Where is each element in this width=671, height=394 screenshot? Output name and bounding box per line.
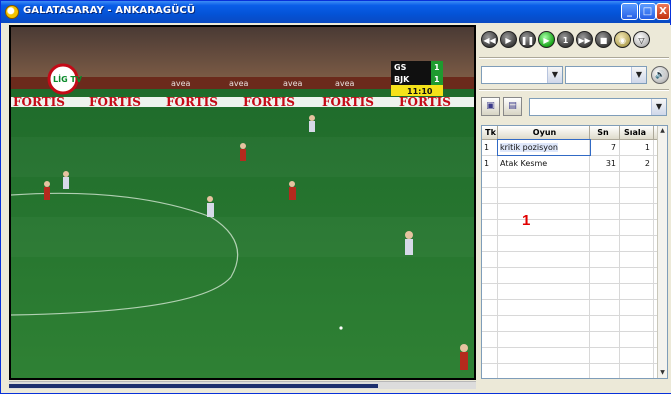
svg-text:1: 1	[434, 75, 440, 84]
table-header: Tk Oyun Sn Sıala	[482, 126, 667, 140]
vertical-scrollbar[interactable]: ▲ ▼	[657, 126, 667, 378]
speaker-icon: 🔊	[655, 70, 665, 79]
cell-sn: 7	[590, 140, 620, 155]
event-select[interactable]: ▼	[529, 98, 667, 116]
table-row[interactable]: 1 Atak Kesme 31 2	[482, 156, 667, 172]
ad-board-text: avea	[335, 79, 355, 88]
table-row-empty	[482, 284, 667, 300]
window-title: GALATASARAY - ANKARAGÜCÜ	[23, 5, 196, 16]
svg-text:LİG TV: LİG TV	[53, 74, 83, 84]
table-row-empty	[482, 300, 667, 316]
divider	[479, 89, 669, 91]
chevron-down-icon: ▼	[547, 67, 562, 83]
delete-button[interactable]: ▤	[503, 97, 522, 116]
column-header-sira[interactable]: Sıala	[620, 126, 654, 139]
table-row[interactable]: 1 kritik pozisyon 7 1	[482, 139, 667, 156]
floppy-disk-icon: ▣	[486, 101, 495, 111]
trash-icon: ▤	[508, 101, 517, 111]
table-row-empty	[482, 172, 667, 188]
svg-text:GS: GS	[394, 63, 407, 72]
team-select[interactable]: ▼	[481, 66, 563, 84]
play-button[interactable]: ▶	[538, 31, 555, 48]
video-progress-fill	[9, 384, 378, 388]
ad-board-text: FORTIS	[399, 95, 451, 109]
table-row-empty	[482, 236, 667, 252]
column-header-sn[interactable]: Sn	[590, 126, 620, 139]
ad-board-text: FORTIS	[89, 95, 141, 109]
step-button[interactable]: 1	[557, 31, 574, 48]
table-row-empty	[482, 268, 667, 284]
annotation-marker: 1	[522, 212, 531, 229]
rewind-button[interactable]: ◀◀	[481, 31, 498, 48]
svg-text:BJK: BJK	[394, 75, 410, 84]
cell-tk: 1	[482, 156, 498, 171]
playback-controls: ◀◀ ▶ ❚❚ ▶ 1 ▶▶ ■ ◉ ▽	[481, 31, 650, 53]
cell-sn: 31	[590, 156, 620, 171]
app-icon	[5, 5, 19, 19]
table-row-empty	[482, 332, 667, 348]
fast-forward-button[interactable]: ▶▶	[576, 31, 593, 48]
volume-button[interactable]: 🔊	[651, 66, 669, 84]
scoreboard: GS 1 BJK 1 11:10	[391, 61, 443, 96]
table-row-empty	[482, 252, 667, 268]
divider	[479, 57, 669, 59]
column-header-oyun[interactable]: Oyun	[498, 126, 590, 139]
title-bar[interactable]: GALATASARAY - ANKARAGÜCÜ _ □ X	[1, 1, 670, 23]
cell-oyun-editing[interactable]: kritik pozisyon	[497, 139, 591, 156]
column-header-tk[interactable]: Tk	[482, 126, 498, 139]
ad-board-text: avea	[283, 79, 303, 88]
chevron-down-icon: ▼	[651, 99, 666, 115]
svg-text:11:10: 11:10	[407, 87, 433, 96]
table-row-empty	[482, 204, 667, 220]
record-button[interactable]: ◉	[614, 31, 631, 48]
event-table: Tk Oyun Sn Sıala 1 kritik pozisyon 7 1 1…	[481, 125, 668, 379]
cell-sira: 1	[620, 140, 654, 155]
video-progress-bar[interactable]	[9, 381, 476, 389]
table-row-empty	[482, 364, 667, 378]
cell-tk: 1	[482, 140, 498, 155]
video-player[interactable]: FORTIS FORTIS FORTIS FORTIS FORTIS FORTI…	[9, 25, 476, 380]
expand-button[interactable]: ▽	[633, 31, 650, 48]
ad-board-text: avea	[229, 79, 249, 88]
scroll-down-icon[interactable]: ▼	[658, 368, 667, 378]
scroll-up-icon[interactable]: ▲	[658, 126, 667, 136]
svg-text:1: 1	[434, 63, 440, 72]
table-row-empty	[482, 348, 667, 364]
pause-button[interactable]: ❚❚	[519, 31, 536, 48]
app-window: GALATASARAY - ANKARAGÜCÜ _ □ X FORTIS FO…	[0, 0, 671, 394]
stop-button[interactable]: ■	[595, 31, 612, 48]
player-select[interactable]: ▼	[565, 66, 647, 84]
maximize-button[interactable]: □	[639, 3, 656, 20]
chevron-down-icon: ▼	[631, 67, 646, 83]
table-row-empty	[482, 188, 667, 204]
minimize-button[interactable]: _	[621, 3, 638, 20]
close-button[interactable]: X	[656, 3, 670, 20]
football-pitch: FORTIS FORTIS FORTIS FORTIS FORTIS FORTI…	[11, 27, 474, 378]
table-row-empty	[482, 316, 667, 332]
ad-board-text: FORTIS	[243, 95, 295, 109]
save-button[interactable]: ▣	[481, 97, 500, 116]
cell-sira: 2	[620, 156, 654, 171]
ad-board-text: avea	[171, 79, 191, 88]
table-row-empty	[482, 220, 667, 236]
play-back-button[interactable]: ▶	[500, 31, 517, 48]
ad-board-text: FORTIS	[322, 95, 374, 109]
ad-board-text: FORTIS	[166, 95, 218, 109]
control-panel: ◀◀ ▶ ❚❚ ▶ 1 ▶▶ ■ ◉ ▽ ▼ ▼ 🔊 ▣ ▤ ▼ Tk Oyun…	[477, 25, 671, 393]
ad-board-text: FORTIS	[13, 95, 65, 109]
cell-oyun: Atak Kesme	[498, 156, 590, 171]
